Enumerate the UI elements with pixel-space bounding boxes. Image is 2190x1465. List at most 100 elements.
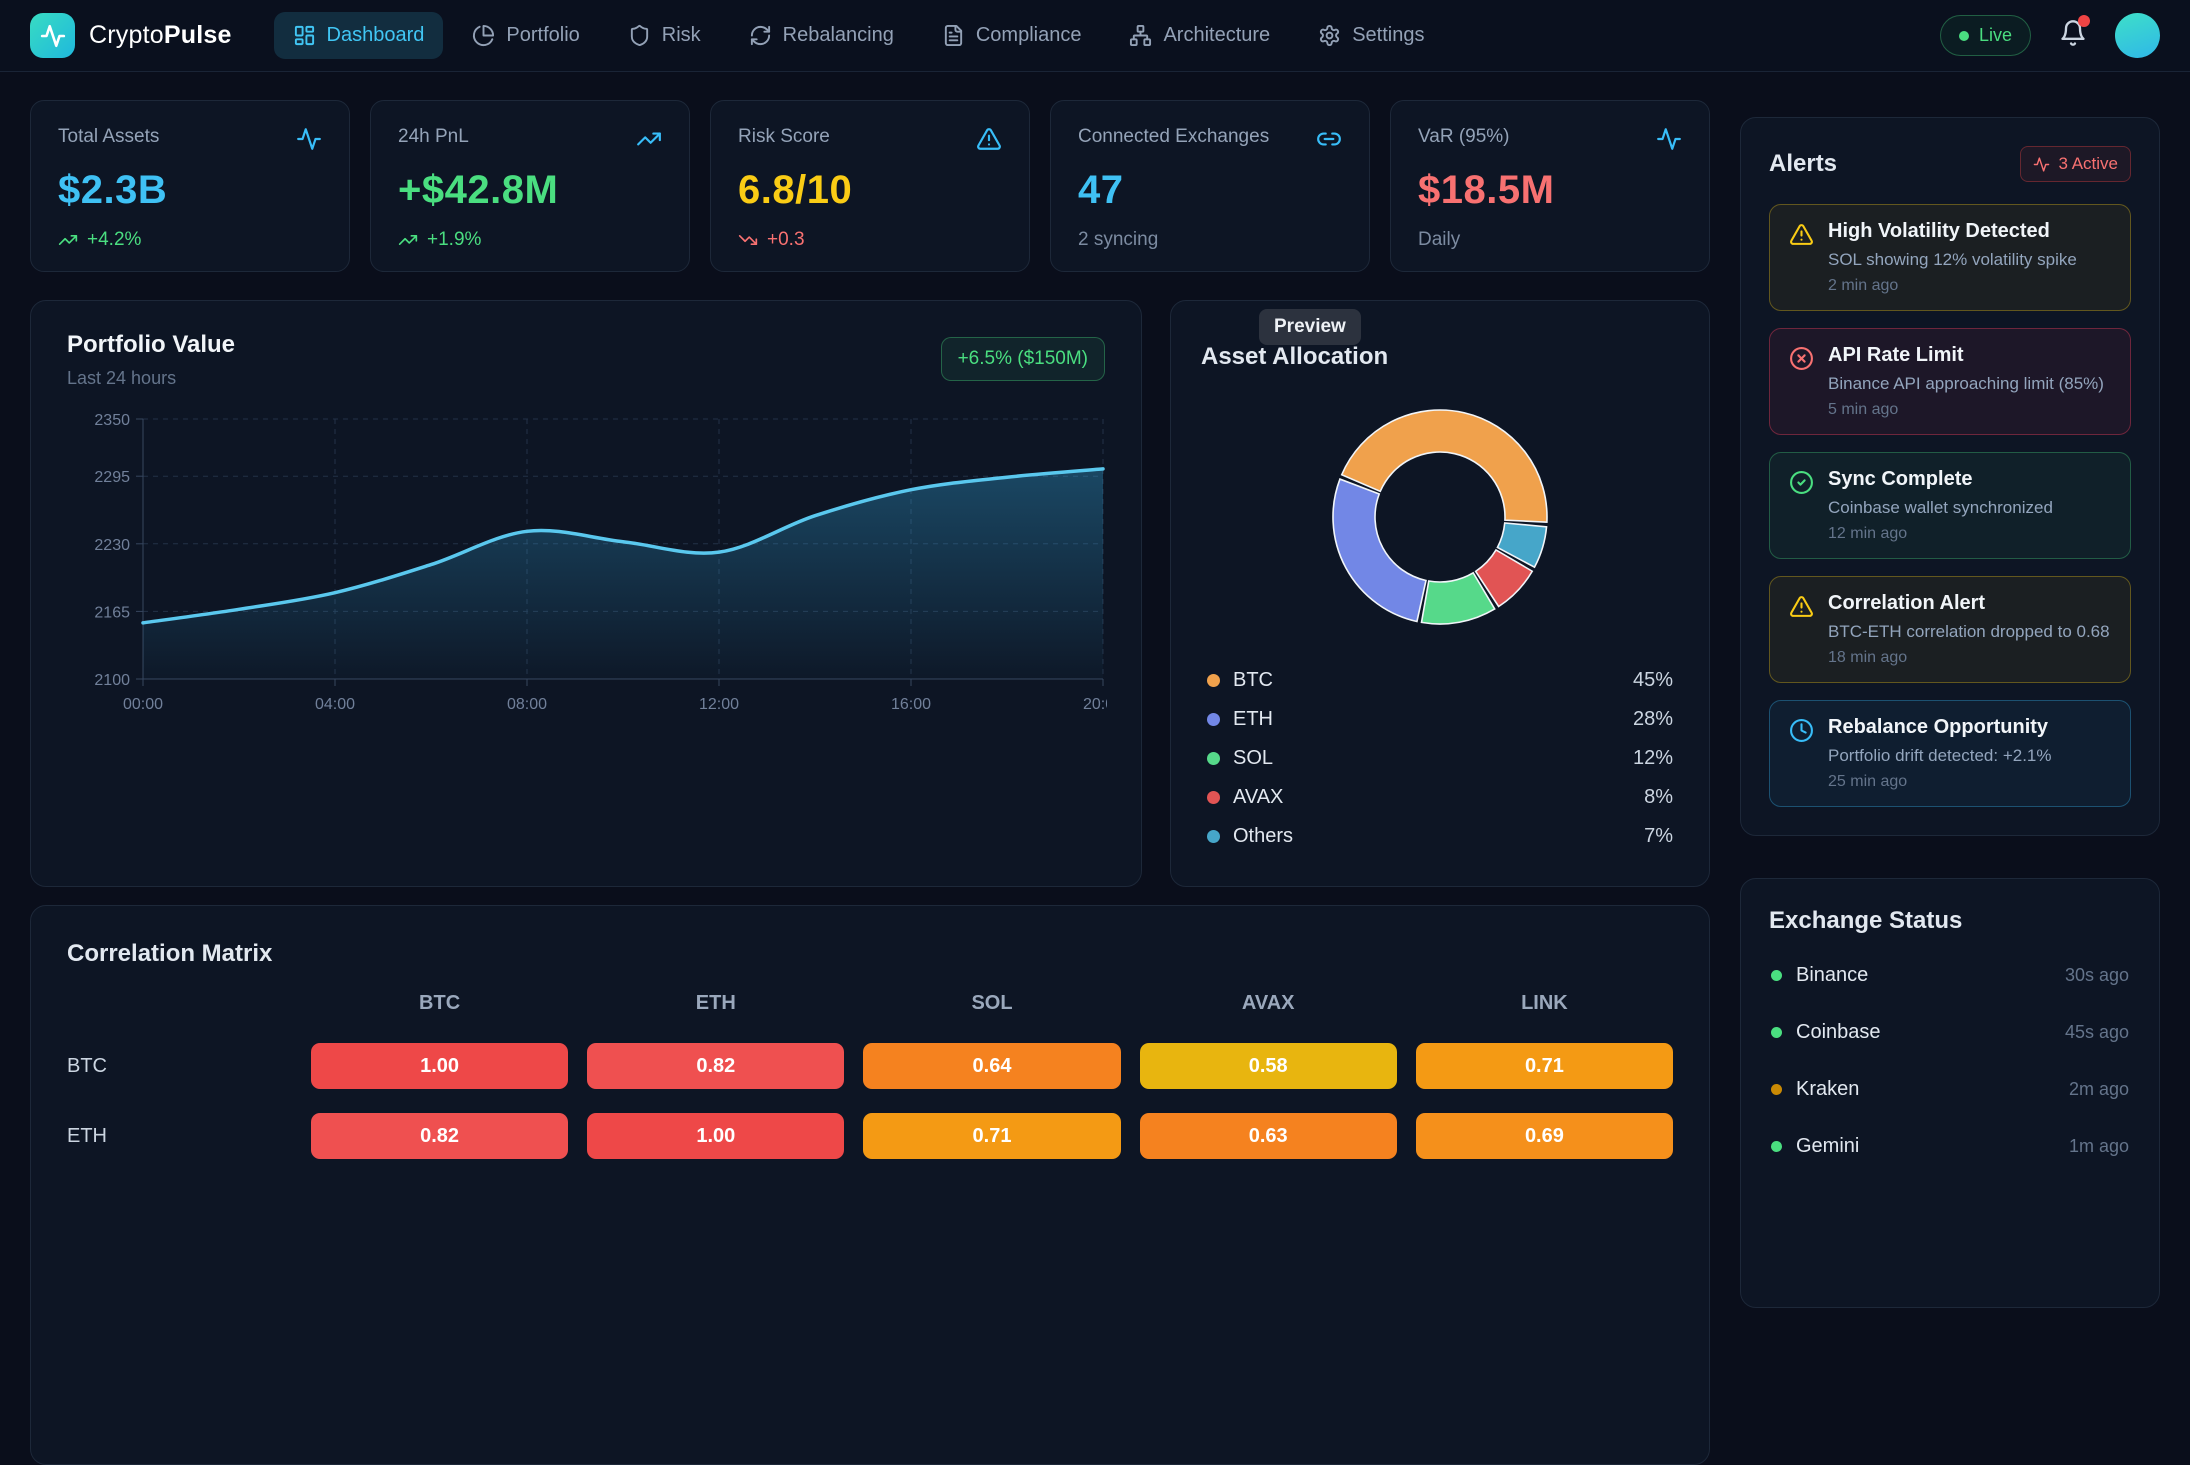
stat-delta: +1.9% (398, 229, 662, 251)
svg-text:04:00: 04:00 (315, 696, 355, 713)
legend-dot (1207, 752, 1220, 765)
nav-item-dashboard[interactable]: Dashboard (274, 12, 444, 59)
clock-icon (1789, 718, 1814, 743)
column-header: ETH (587, 992, 844, 1015)
heatmap-cell: 0.82 (587, 1043, 844, 1089)
legend-dot (1207, 674, 1220, 687)
asset-allocation-donut-chart[interactable] (1201, 389, 1679, 639)
gear-icon (1318, 24, 1341, 47)
nav-item-settings[interactable]: Settings (1299, 12, 1443, 59)
correlation-header-row: BTC ETH SOL AVAX LINK (67, 992, 1673, 1015)
avatar[interactable] (2115, 13, 2160, 58)
correlation-row-eth: ETH 0.82 1.00 0.71 0.63 0.69 (67, 1113, 1673, 1159)
exchange-row-coinbase: Coinbase 45s ago (1769, 1004, 2131, 1061)
brand: CryptoPulse (30, 13, 232, 58)
preview-tooltip: Preview (1259, 309, 1361, 345)
stat-label: Total Assets (58, 126, 159, 148)
heatmap-cell: 1.00 (311, 1043, 568, 1089)
exchange-row-kraken: Kraken 2m ago (1769, 1061, 2131, 1118)
stat-label: Connected Exchanges (1078, 126, 1269, 148)
nav-item-risk[interactable]: Risk (609, 12, 720, 59)
svg-text:12:00: 12:00 (699, 696, 739, 713)
notification-dot (2078, 15, 2090, 27)
x-circle-icon (1789, 346, 1814, 371)
nav-item-architecture[interactable]: Architecture (1110, 12, 1289, 59)
stat-delta: +0.3 (738, 229, 1002, 251)
correlation-table: BTC ETH SOL AVAX LINK BTC 1.00 0.82 0.64… (67, 992, 1673, 1159)
dashboard-icon (293, 24, 316, 47)
row-label: BTC (67, 1055, 292, 1078)
shield-icon (628, 24, 651, 47)
alert-item-sync-complete[interactable]: Sync Complete Coinbase wallet synchroniz… (1769, 452, 2131, 559)
alert-item-api-rate-limit[interactable]: API Rate Limit Binance API approaching l… (1769, 328, 2131, 435)
trending-up-icon (398, 230, 418, 250)
exchange-row-gemini: Gemini 1m ago (1769, 1118, 2131, 1175)
pie-chart-icon (472, 24, 495, 47)
stats-row: Total Assets $2.3B +4.2% 24h PnL +$42.8M… (30, 100, 1710, 272)
column-header: AVAX (1140, 992, 1397, 1015)
column-header: LINK (1416, 992, 1673, 1015)
stat-value: 6.8/10 (738, 168, 1002, 213)
svg-text:00:00: 00:00 (123, 696, 163, 713)
correlation-title: Correlation Matrix (67, 940, 1673, 968)
alert-triangle-icon (1789, 222, 1814, 247)
exchange-row-binance: Binance 30s ago (1769, 947, 2131, 1004)
heatmap-cell: 1.00 (587, 1113, 844, 1159)
exchange-status-panel: Exchange Status Binance 30s ago Coinbase… (1740, 878, 2160, 1308)
stat-value: $18.5M (1418, 168, 1682, 213)
stat-card-risk-score: Risk Score 6.8/10 +0.3 (710, 100, 1030, 272)
svg-text:2165: 2165 (94, 604, 130, 621)
header-right: Live (1940, 13, 2160, 58)
activity-icon (296, 126, 322, 152)
activity-icon (1656, 126, 1682, 152)
svg-text:2230: 2230 (94, 537, 130, 554)
alert-item-high-volatility[interactable]: High Volatility Detected SOL showing 12%… (1769, 204, 2131, 311)
heatmap-cell: 0.71 (1416, 1043, 1673, 1089)
column-header: BTC (311, 992, 568, 1015)
alerts-title: Alerts (1769, 150, 1837, 178)
notifications-button[interactable] (2059, 19, 2087, 52)
stat-value: 47 (1078, 168, 1342, 213)
file-text-icon (942, 24, 965, 47)
asset-allocation-card: Preview Asset Allocation BTC 45% ETH 28% (1170, 300, 1710, 887)
svg-text:08:00: 08:00 (507, 696, 547, 713)
heatmap-cell: 0.64 (863, 1043, 1120, 1089)
portfolio-title: Portfolio Value (67, 331, 235, 359)
svg-text:2295: 2295 (94, 469, 130, 486)
trending-up-icon (58, 230, 78, 250)
top-nav: CryptoPulse Dashboard Portfolio Risk Reb… (0, 0, 2190, 72)
stat-card-total-assets: Total Assets $2.3B +4.2% (30, 100, 350, 272)
alert-item-rebalance-opportunity[interactable]: Rebalance Opportunity Portfolio drift de… (1769, 700, 2131, 807)
stat-label: 24h PnL (398, 126, 469, 148)
portfolio-subtitle: Last 24 hours (67, 368, 235, 389)
legend-dot (1207, 830, 1220, 843)
heatmap-cell: 0.82 (311, 1113, 568, 1159)
status-dot (1771, 1084, 1782, 1095)
heatmap-cell: 0.69 (1416, 1113, 1673, 1159)
nav-item-rebalancing[interactable]: Rebalancing (730, 12, 913, 59)
exchange-list: Binance 30s ago Coinbase 45s ago Kraken … (1769, 947, 2131, 1175)
alerts-panel: Alerts 3 Active High Volatility Detected… (1740, 117, 2160, 836)
network-icon (1129, 24, 1152, 47)
column-header: SOL (863, 992, 1120, 1015)
legend-item-btc: BTC 45% (1201, 661, 1679, 700)
stat-card-connected-exchanges: Connected Exchanges 47 2 syncing (1050, 100, 1370, 272)
legend-item-sol: SOL 12% (1201, 739, 1679, 778)
correlation-matrix-card: Correlation Matrix BTC ETH SOL AVAX LINK… (30, 905, 1710, 1465)
heatmap-cell: 0.63 (1140, 1113, 1397, 1159)
page-body: Total Assets $2.3B +4.2% 24h PnL +$42.8M… (0, 72, 2190, 1465)
live-dot (1959, 31, 1969, 41)
stat-label: VaR (95%) (1418, 126, 1510, 148)
stat-value: +$42.8M (398, 168, 662, 213)
nav-item-compliance[interactable]: Compliance (923, 12, 1101, 59)
link-icon (1316, 126, 1342, 152)
alert-item-correlation-alert[interactable]: Correlation Alert BTC-ETH correlation dr… (1769, 576, 2131, 683)
stat-value: $2.3B (58, 168, 322, 213)
nav-item-portfolio[interactable]: Portfolio (453, 12, 598, 59)
alerts-active-badge: 3 Active (2020, 146, 2131, 182)
alert-triangle-icon (976, 126, 1002, 152)
svg-text:16:00: 16:00 (891, 696, 931, 713)
status-dot (1771, 970, 1782, 981)
portfolio-line-chart[interactable]: 2100216522302295235000:0004:0008:0012:00… (67, 403, 1107, 735)
heatmap-cell: 0.71 (863, 1113, 1120, 1159)
